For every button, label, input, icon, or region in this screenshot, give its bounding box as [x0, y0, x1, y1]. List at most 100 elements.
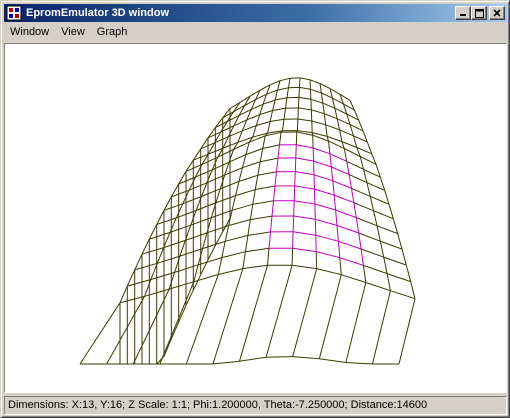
wire-segment — [358, 232, 381, 242]
wire-segment — [297, 107, 299, 120]
minimize-button[interactable] — [455, 6, 471, 20]
wire-segment — [274, 171, 277, 187]
wire-segment — [397, 233, 403, 250]
wire-segment — [386, 273, 391, 291]
wire-segment — [276, 158, 279, 172]
wire-segment — [353, 202, 374, 212]
wire-segment — [365, 282, 391, 292]
wire-segment — [285, 97, 288, 109]
menu-view[interactable]: View — [55, 23, 91, 42]
maximize-button[interactable] — [471, 6, 487, 20]
wire-segment — [401, 248, 407, 266]
wire-segment — [336, 118, 341, 131]
wire-segment — [215, 188, 221, 204]
wire-segment — [333, 195, 337, 211]
menu-graph[interactable]: Graph — [91, 23, 134, 42]
wire-segment — [267, 121, 271, 134]
wire-segment — [178, 305, 187, 323]
wire-segment — [386, 273, 411, 283]
wire-segment — [159, 281, 195, 365]
wire-segment — [279, 77, 291, 82]
wire-segment — [200, 259, 209, 276]
title-bar[interactable]: EpromEmulator 3D window — [4, 4, 507, 22]
wire-segment — [312, 147, 315, 162]
graph-canvas[interactable] — [4, 43, 507, 393]
close-button[interactable] — [489, 6, 505, 20]
wire-segment — [134, 253, 143, 271]
wire-segment — [346, 160, 364, 170]
wire-segment — [410, 281, 416, 299]
wire-segment — [322, 103, 325, 114]
wire-segment — [119, 295, 145, 304]
wire-segment — [259, 148, 264, 162]
wire-segment — [163, 338, 172, 357]
wire-segment — [298, 87, 300, 98]
wire-segment — [215, 195, 236, 204]
wire-segment — [370, 195, 390, 205]
wire-segment — [286, 87, 289, 98]
title-buttons — [455, 6, 505, 20]
wire-segment — [339, 129, 343, 142]
wire-segment — [163, 239, 186, 249]
wire-segment — [294, 157, 297, 172]
wire-segment — [217, 257, 223, 275]
wire-segment — [222, 108, 231, 119]
wire-segment — [376, 225, 381, 242]
wire-segment — [332, 180, 335, 196]
wire-segment — [293, 185, 296, 201]
wire-segment — [192, 274, 202, 291]
wire-segment — [170, 321, 180, 340]
wire-segment — [212, 268, 244, 365]
wire-segment — [299, 86, 311, 90]
wire-segment — [119, 285, 128, 304]
wire-segment — [252, 125, 257, 138]
wire-segment — [351, 187, 371, 197]
wire-segment — [296, 118, 299, 131]
wire-segment — [360, 248, 384, 258]
wire-segment — [185, 232, 208, 241]
wire-segment — [292, 247, 317, 253]
wire-segment — [127, 279, 152, 287]
wire-segment — [358, 232, 362, 250]
wire-segment — [238, 174, 258, 182]
wire-segment — [268, 231, 271, 249]
status-bar: Dimensions: X:13, Y:16; Z Scale: 1:1; Ph… — [4, 396, 507, 415]
wireframe-surface[interactable] — [5, 44, 506, 392]
wire-segment — [250, 215, 273, 221]
wire-segment — [328, 141, 331, 154]
wire-segment — [266, 356, 293, 358]
wire-segment — [336, 225, 339, 242]
menu-window[interactable]: Window — [4, 23, 55, 42]
wire-segment — [297, 118, 312, 122]
wire-segment — [242, 264, 268, 270]
wire-segment — [318, 274, 342, 359]
wire-segment — [228, 219, 251, 226]
app-icon[interactable] — [6, 5, 22, 21]
wire-segment — [239, 265, 268, 362]
wire-segment — [267, 248, 270, 266]
wire-segment — [334, 194, 355, 204]
wire-segment — [373, 210, 394, 220]
wire-segment — [241, 154, 247, 168]
wire-segment — [323, 113, 327, 125]
wire-segment — [373, 210, 378, 226]
wire-segment — [355, 217, 360, 234]
wire-segment — [294, 185, 315, 190]
wire-segment — [311, 109, 325, 115]
wire-segment — [260, 157, 279, 163]
minimize-icon — [460, 14, 466, 16]
wire-segment — [292, 264, 317, 270]
wire-segment — [270, 118, 285, 122]
wire-segment — [295, 171, 315, 176]
wire-segment — [134, 262, 158, 271]
wire-segment — [326, 135, 343, 143]
wire-segment — [292, 215, 295, 232]
wire-segment — [245, 247, 270, 253]
wire-segment — [310, 98, 323, 104]
wire-segment — [294, 200, 315, 205]
wire-segment — [144, 279, 152, 297]
wire-segment — [254, 175, 259, 190]
wire-segment — [269, 110, 274, 122]
wire-segment — [315, 251, 318, 269]
wire-segment — [339, 257, 342, 275]
